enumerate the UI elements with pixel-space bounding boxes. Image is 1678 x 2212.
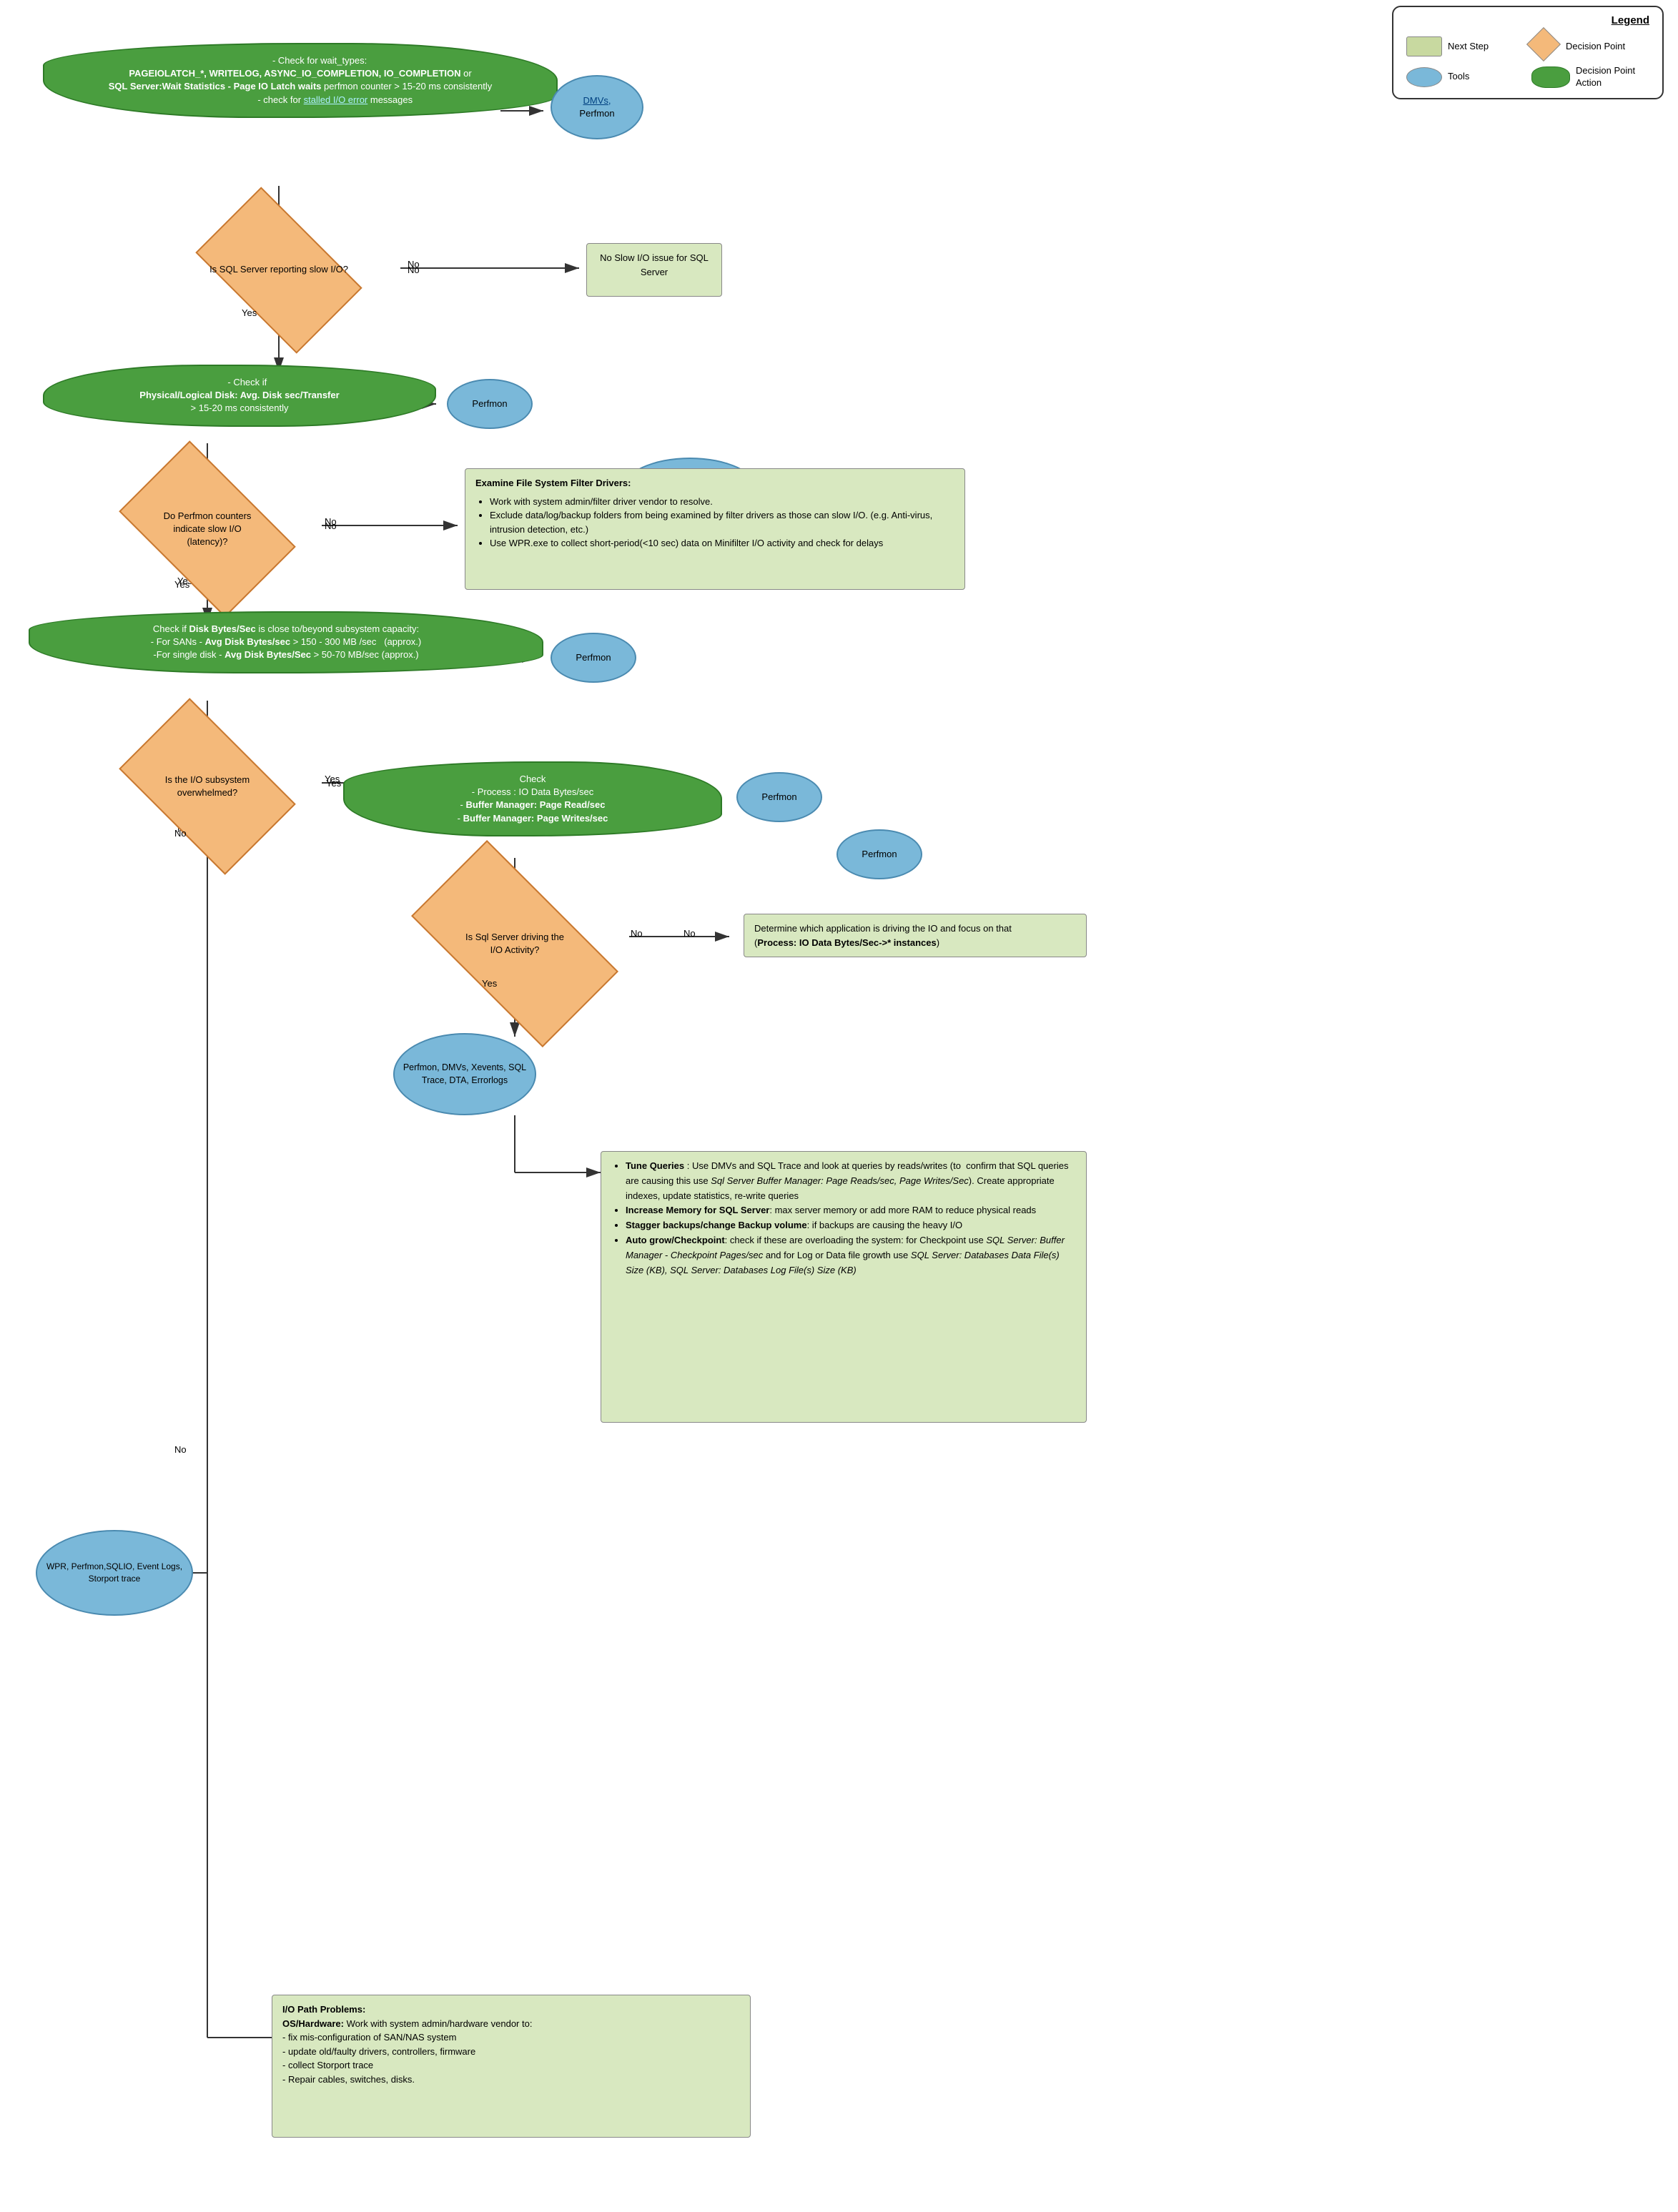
not-sql-text: Determine which application is driving t…: [754, 923, 1012, 948]
ellipse-tools: Perfmon, DMVs, Xevents, SQL Trace, DTA, …: [393, 1033, 536, 1115]
legend-ellipse-shape: [1406, 67, 1442, 87]
cloud3: Check if Disk Bytes/Sec is close to/beyo…: [29, 611, 543, 673]
legend-tools-label: Tools: [1448, 71, 1469, 83]
perfmon2-text: Perfmon: [576, 651, 611, 664]
yes4-label: Yes: [482, 978, 497, 989]
no-label-left: No: [174, 1444, 187, 1455]
diamond3-label: Is the I/O subsystemoverwhelmed?: [165, 774, 250, 799]
arrows-overlay: [0, 0, 1101, 2212]
rect-io-path: I/O Path Problems: OS/Hardware: Work wit…: [272, 1995, 751, 2138]
rect-no-slow-io: No Slow I/O issue for SQL Server: [586, 243, 722, 297]
cloud1-text: - Check for wait_types: PAGEIOLATCH_*, W…: [109, 55, 492, 105]
filter-li3: Use WPR.exe to collect short-period(<10 …: [490, 536, 954, 550]
ellipse-wpr2: WPR, Perfmon,SQLIO, Event Logs, Storport…: [36, 1530, 193, 1616]
ellipse-perfmon3: Perfmon: [736, 772, 822, 822]
legend-item-nextstep: Next Step: [1406, 36, 1524, 56]
cloud3-text: Check if Disk Bytes/Sec is close to/beyo…: [151, 623, 422, 660]
diamond2-label: Do Perfmon countersindicate slow I/O(lat…: [164, 510, 252, 549]
legend-item-decisionpoint: Decision Point: [1531, 32, 1649, 61]
rect-tune: Tune Queries : Use DMVs and SQL Trace an…: [601, 1151, 1087, 1423]
tools-text: Perfmon, DMVs, Xevents, SQL Trace, DTA, …: [395, 1062, 535, 1087]
perfmon3-text: Perfmon: [761, 791, 796, 804]
tune-bullet3: Stagger backups/change Backup volume: if…: [626, 1218, 1076, 1233]
diamond4-wrap: Is Sql Server driving theI/O Activity?: [350, 887, 679, 1001]
legend-rect-shape: [1406, 36, 1442, 56]
perfmon4-text: Perfmon: [862, 848, 897, 861]
yes3-label: Yes: [326, 778, 341, 789]
legend-title: Legend: [1406, 14, 1649, 26]
diamond3-wrap: Is the I/O subsystemoverwhelmed?: [71, 729, 343, 844]
cloud4: Check - Process : IO Data Bytes/sec - Bu…: [343, 761, 722, 836]
io-path-text: OS/Hardware: Work with system admin/hard…: [282, 2018, 532, 2085]
tune-bullet2: Increase Memory for SQL Server: max serv…: [626, 1203, 1076, 1218]
legend-decision-label: Decision Point: [1566, 41, 1625, 53]
tune-bullet4: Auto grow/Checkpoint: check if these are…: [626, 1233, 1076, 1278]
diamond4-label: Is Sql Server driving theI/O Activity?: [465, 931, 564, 957]
ellipse-dmvs-perfmon: DMVs,Perfmon: [551, 75, 643, 139]
rect-no-slow-text: No Slow I/O issue for SQL Server: [600, 252, 709, 277]
ellipse-perfmon2: Perfmon: [551, 633, 636, 683]
legend-diamond-shape: [1526, 27, 1561, 61]
perfmon1-text: Perfmon: [472, 398, 507, 410]
legend: Legend Next Step Decision Point Tools De…: [1392, 6, 1664, 99]
diamond1-wrap: Is SQL Server reporting slow I/O?: [136, 214, 422, 325]
legend-nextstep-label: Next Step: [1448, 41, 1489, 53]
ellipse-perfmon1: Perfmon: [447, 379, 533, 429]
rect-not-sql: Determine which application is driving t…: [744, 914, 1087, 957]
cloud2-text: - Check if Physical/Logical Disk: Avg. D…: [139, 377, 339, 413]
no3-label: No: [174, 828, 187, 839]
diamond2-wrap: Do Perfmon countersindicate slow I/O(lat…: [71, 472, 343, 586]
diamond1-label: Is SQL Server reporting slow I/O?: [209, 263, 348, 276]
legend-grid: Next Step Decision Point Tools Decision …: [1406, 32, 1649, 89]
legend-cloud-shape: [1531, 66, 1570, 88]
ellipse-perfmon4: Perfmon: [836, 829, 922, 879]
legend-item-tools: Tools: [1406, 67, 1524, 87]
ellipse-dmvs-text: DMVs,Perfmon: [579, 94, 614, 120]
rect-filter-drivers: Examine File System Filter Drivers: Work…: [465, 468, 965, 590]
no4-label: No: [683, 928, 696, 939]
cloud1: - Check for wait_types: PAGEIOLATCH_*, W…: [43, 43, 558, 118]
legend-dpa-label: Decision Point Action: [1576, 65, 1649, 89]
cloud4-text: Check - Process : IO Data Bytes/sec - Bu…: [458, 774, 608, 824]
wpr2-text: WPR, Perfmon,SQLIO, Event Logs, Storport…: [37, 1561, 192, 1585]
yes2-label: Yes: [174, 579, 189, 590]
no1-label: No: [408, 265, 420, 275]
io-path-title: I/O Path Problems:: [282, 2004, 365, 2015]
no2-label: No: [325, 520, 337, 531]
cloud2: - Check if Physical/Logical Disk: Avg. D…: [43, 365, 436, 427]
filter-drivers-title: Examine File System Filter Drivers:: [475, 478, 631, 488]
yes1-label: Yes: [242, 307, 257, 318]
filter-li1: Work with system admin/filter driver ven…: [490, 495, 954, 509]
legend-item-dpa: Decision Point Action: [1531, 65, 1649, 89]
legend-diamond-wrap: [1531, 32, 1560, 61]
tune-bullet1: Tune Queries : Use DMVs and SQL Trace an…: [626, 1159, 1076, 1203]
filter-li2: Exclude data/log/backup folders from bei…: [490, 508, 954, 536]
